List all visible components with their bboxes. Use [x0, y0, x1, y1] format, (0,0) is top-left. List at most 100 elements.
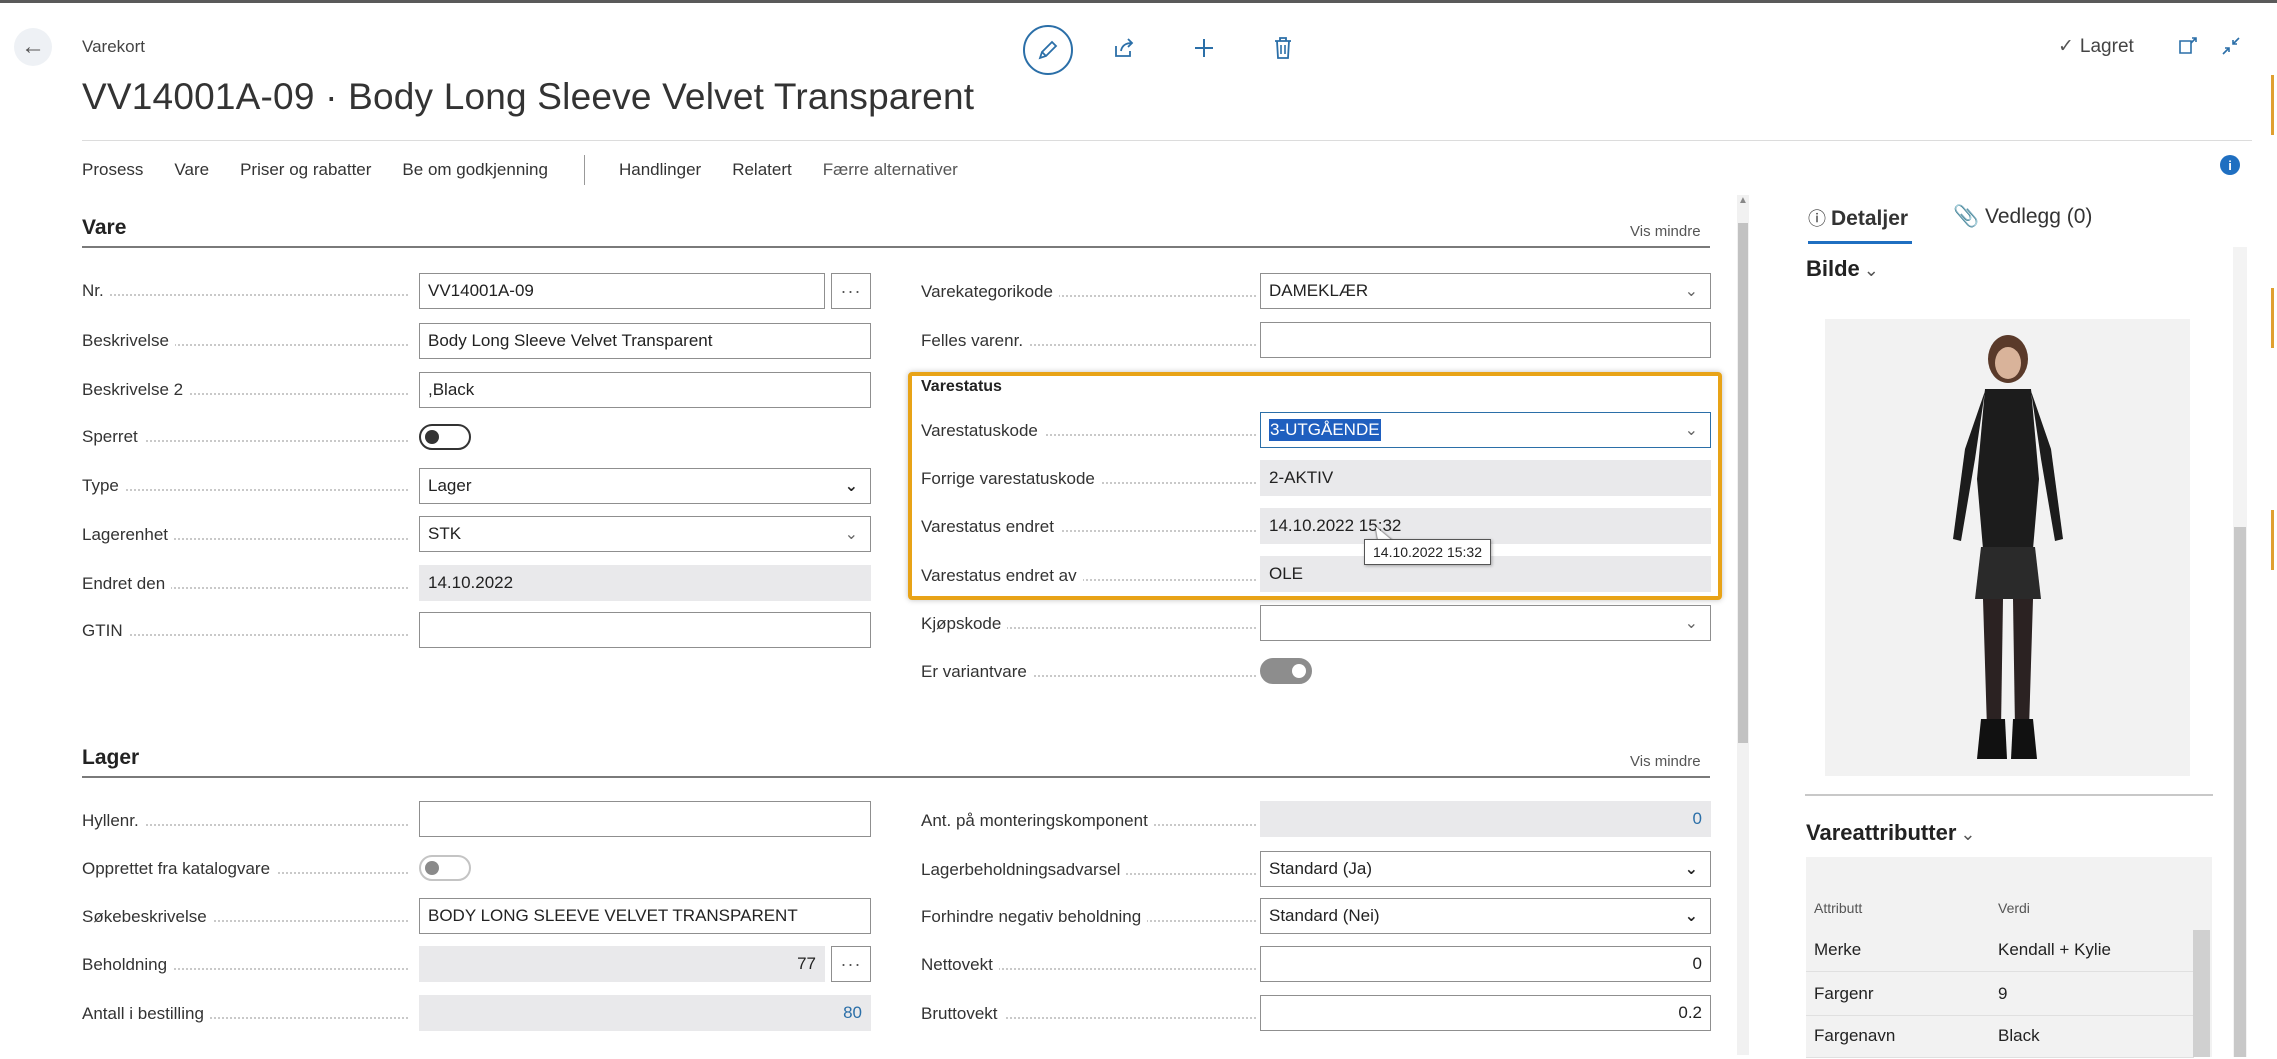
main-scrollbar[interactable]: ▲ [1737, 195, 1749, 1055]
lagerenhet-select[interactable]: STK ⌄ [419, 516, 871, 552]
sokebeskrivelse-input[interactable]: BODY LONG SLEEVE VELVET TRANSPARENT [419, 898, 871, 934]
saved-status: ✓ Lagret [2058, 36, 2134, 57]
bilde-header[interactable]: Bilde ⌄ [1806, 256, 1879, 282]
label-felles-varenr: Felles varenr. [921, 331, 1256, 351]
nettovekt-input[interactable]: 0 [1260, 946, 1711, 982]
section-title-lager[interactable]: Lager [82, 746, 139, 770]
section-title-vare[interactable]: Vare [82, 216, 126, 240]
window-top-border [0, 0, 2277, 3]
type-select[interactable]: Lager ⌄ [419, 468, 871, 504]
tab-vedlegg[interactable]: 📎 Vedlegg (0) [1953, 205, 2092, 229]
label-hyllenr: Hyllenr. [82, 811, 408, 831]
active-tab-indicator [1808, 241, 1912, 244]
table-row[interactable]: Merke Kendall + Kylie [1806, 928, 2194, 972]
label-varestatus-endret: Varestatus endret [921, 517, 1256, 537]
label-nettovekt: Nettovekt [921, 955, 1256, 975]
factbox-scrollbar[interactable] [2233, 247, 2247, 1057]
bruttovekt-input[interactable]: 0.2 [1260, 995, 1711, 1031]
share-button[interactable] [1106, 30, 1142, 66]
page-title: VV14001A-09 · Body Long Sleeve Velvet Tr… [82, 76, 975, 117]
label-varestatus-endret-av: Varestatus endret av [921, 566, 1256, 586]
attributes-scrollbar[interactable] [2193, 930, 2210, 1057]
open-new-window-button[interactable] [2170, 28, 2206, 64]
action-priser[interactable]: Priser og rabatter [240, 160, 371, 180]
delete-button[interactable] [1265, 30, 1301, 66]
beskrivelse-2-input[interactable]: ,Black [419, 372, 871, 408]
action-godkjenning[interactable]: Be om godkjenning [402, 160, 548, 180]
varekategorikode-select[interactable]: DAMEKLÆR ⌄ [1260, 273, 1711, 309]
lager-section-rule [82, 776, 1710, 778]
forrige-varestatuskode-value: 2-AKTIV [1260, 460, 1711, 496]
chevron-down-icon: ⌄ [1863, 260, 1879, 280]
chevron-down-icon: ⌄ [1684, 861, 1698, 878]
table-row[interactable]: Fargenavn Black [1806, 1014, 2194, 1058]
forhindre-negativ-beholdning-select[interactable]: Standard (Nei) ⌄ [1260, 898, 1711, 934]
info-icon[interactable]: i [2220, 155, 2240, 175]
new-button[interactable] [1186, 30, 1222, 66]
felles-varenr-input[interactable] [1260, 322, 1711, 358]
nr-input[interactable]: VV14001A-09 [419, 273, 825, 309]
chevron-down-icon: ⌄ [1684, 908, 1698, 925]
action-relatert[interactable]: Relatert [732, 160, 792, 180]
vareattributter-header[interactable]: Vareattributter ⌄ [1806, 820, 1975, 846]
label-opprettet-fra-katalogvare: Opprettet fra katalogvare [82, 859, 408, 879]
label-gtin: GTIN [82, 621, 408, 641]
paperclip-icon: 📎 [1953, 205, 1980, 228]
edge-marker [2271, 510, 2274, 570]
back-button[interactable]: ← [14, 28, 52, 66]
table-row[interactable]: Fargenr 9 [1806, 972, 2194, 1016]
collapse-icon [2222, 37, 2240, 55]
label-sperret: Sperret [82, 427, 408, 447]
attr-col-verdi: Verdi [1998, 900, 2030, 916]
label-beholdning: Beholdning [82, 955, 408, 975]
sperret-toggle[interactable] [419, 424, 471, 450]
varestatus-group-title: Varestatus [921, 378, 1002, 395]
label-varestatuskode: Varestatuskode [921, 421, 1256, 441]
opprettet-fra-katalogvare-toggle [419, 855, 471, 881]
share-icon [1115, 38, 1134, 57]
nr-lookup-button[interactable]: ··· [831, 273, 871, 309]
label-antall-i-bestilling: Antall i bestilling [82, 1004, 408, 1024]
label-type: Type [82, 476, 408, 496]
lagerbeholdningsadvarsel-select[interactable]: Standard (Ja) ⌄ [1260, 851, 1711, 887]
label-bruttovekt: Bruttovekt [921, 1004, 1256, 1024]
hyllenr-input[interactable] [419, 801, 871, 837]
gtin-input[interactable] [419, 612, 871, 648]
kjopskode-select[interactable]: ⌄ [1260, 605, 1711, 641]
label-ant-monteringskomponent: Ant. på monteringskomponent [921, 811, 1256, 831]
edge-marker [2271, 288, 2274, 348]
action-handlinger[interactable]: Handlinger [619, 160, 701, 180]
vare-show-less-link[interactable]: Vis mindre [1630, 223, 1701, 240]
label-kjopskode: Kjøpskode [921, 614, 1256, 634]
edge-marker [2271, 75, 2274, 135]
action-faerre[interactable]: Færre alternativer [823, 160, 958, 180]
beskrivelse-input[interactable]: Body Long Sleeve Velvet Transparent [419, 323, 871, 359]
label-lagerbeholdningsadvarsel: Lagerbeholdningsadvarsel [921, 860, 1256, 880]
label-er-variantvare: Er variantvare [921, 662, 1256, 682]
pencil-icon [1038, 40, 1058, 60]
ellipsis-icon: ··· [840, 953, 862, 974]
beholdning-lookup-button[interactable]: ··· [831, 946, 871, 982]
product-image [1825, 319, 2190, 776]
action-bar: Prosess Vare Priser og rabatter Be om go… [82, 155, 989, 185]
chevron-down-icon: ⌄ [1684, 283, 1698, 300]
label-forhindre-negativ-beholdning: Forhindre negativ beholdning [921, 907, 1256, 927]
action-vare[interactable]: Vare [174, 160, 209, 180]
varestatuskode-select[interactable]: 3-UTGÅENDE ⌄ [1260, 412, 1711, 448]
product-photo-placeholder [1953, 335, 2063, 759]
ant-monteringskomponent-value[interactable]: 0 [1260, 801, 1711, 837]
plus-icon [1195, 39, 1213, 57]
antall-i-bestilling-value[interactable]: 80 [419, 995, 871, 1031]
edit-button[interactable] [1023, 25, 1073, 75]
open-window-icon [2179, 37, 2197, 54]
chevron-down-icon: ⌄ [1684, 422, 1698, 439]
action-separator [583, 155, 585, 185]
lager-show-less-link[interactable]: Vis mindre [1630, 753, 1701, 770]
action-prosess[interactable]: Prosess [82, 160, 143, 180]
header-divider [82, 140, 2252, 141]
label-sokebeskrivelse: Søkebeskrivelse [82, 907, 408, 927]
label-lagerenhet: Lagerenhet [82, 525, 408, 545]
tab-detaljer[interactable]: ⓘ Detaljer [1808, 205, 1908, 231]
info-circle-icon: ⓘ [1808, 209, 1832, 229]
collapse-button[interactable] [2213, 28, 2249, 64]
